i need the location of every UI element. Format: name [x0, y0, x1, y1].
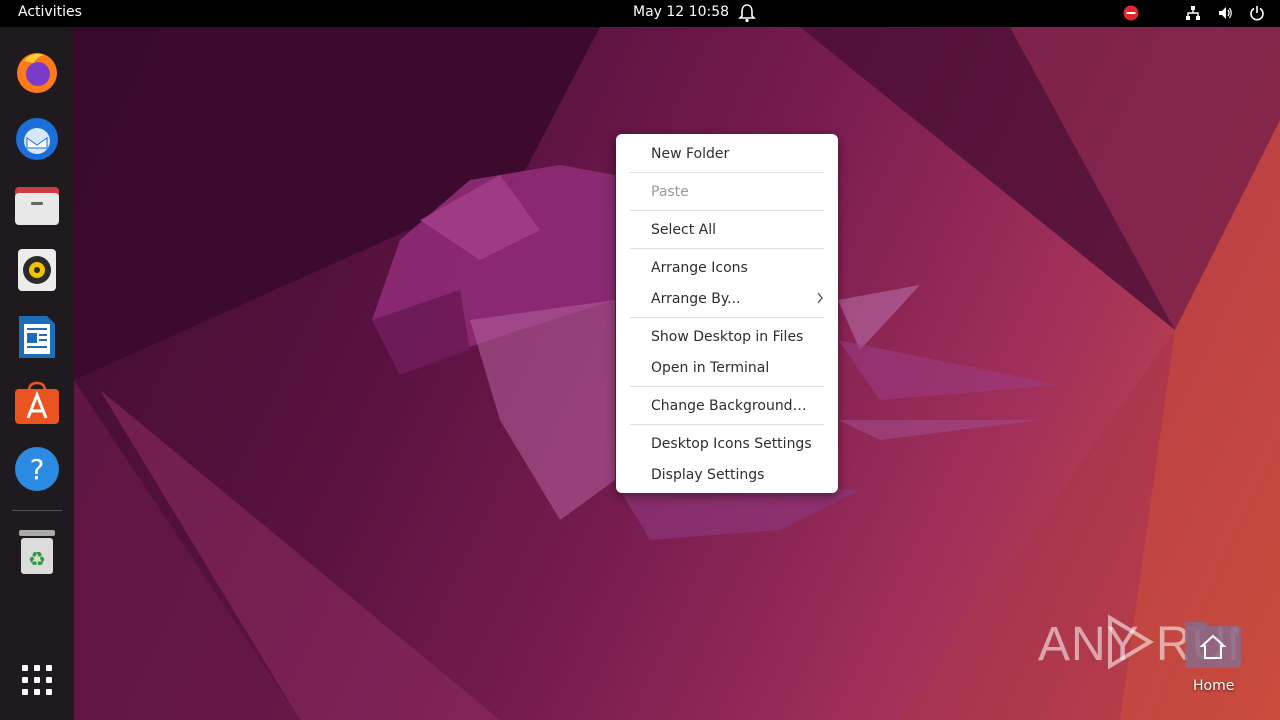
show-apps-icon[interactable] [12, 655, 62, 705]
network-icon[interactable] [1184, 4, 1202, 22]
submenu-arrow-icon [816, 292, 824, 308]
trash-icon[interactable]: ♻ [12, 527, 62, 577]
menu-item-change-background[interactable]: Change Background… [651, 396, 807, 416]
do-not-disturb-icon[interactable] [1122, 4, 1140, 22]
system-tray[interactable] [1122, 4, 1266, 22]
firefox-icon[interactable] [12, 47, 62, 97]
menu-item-desktop-icons-settings[interactable]: Desktop Icons Settings [651, 434, 812, 454]
menu-item-show-desktop-in-files[interactable]: Show Desktop in Files [651, 327, 803, 347]
menu-separator [630, 317, 824, 318]
ubuntu-software-icon[interactable] [12, 378, 62, 428]
dock: ? ♻ [0, 27, 74, 720]
menu-item-display-settings[interactable]: Display Settings [651, 465, 764, 485]
desktop-context-menu: New Folder Paste Select All Arrange Icon… [616, 134, 838, 493]
files-icon[interactable] [12, 180, 62, 230]
menu-item-paste[interactable]: Paste [651, 182, 689, 202]
dock-separator [12, 510, 62, 511]
clock[interactable]: May 12 10:58 [633, 4, 729, 20]
volume-icon[interactable] [1216, 4, 1234, 22]
libreoffice-writer-icon[interactable] [12, 312, 62, 362]
svg-text:♻: ♻ [28, 547, 46, 571]
thunderbird-icon[interactable] [12, 113, 62, 163]
menu-separator [630, 386, 824, 387]
activities-button[interactable]: Activities [18, 4, 82, 20]
menu-separator [630, 172, 824, 173]
rhythmbox-icon[interactable] [12, 245, 62, 295]
help-icon[interactable]: ? [12, 444, 62, 494]
menu-item-new-folder[interactable]: New Folder [651, 144, 729, 164]
menu-separator [630, 248, 824, 249]
svg-text:?: ? [30, 453, 45, 486]
menu-item-open-in-terminal[interactable]: Open in Terminal [651, 358, 769, 378]
menu-item-arrange-icons[interactable]: Arrange Icons [651, 258, 748, 278]
notification-bell-icon[interactable] [738, 3, 756, 23]
home-folder-icon[interactable] [1185, 620, 1241, 668]
power-icon[interactable] [1248, 4, 1266, 22]
top-bar: Activities May 12 10:58 [0, 0, 1280, 27]
menu-item-select-all[interactable]: Select All [651, 220, 716, 240]
menu-separator [630, 210, 824, 211]
menu-item-arrange-by[interactable]: Arrange By... [651, 289, 741, 309]
menu-separator [630, 424, 824, 425]
home-folder-label: Home [1193, 678, 1235, 694]
